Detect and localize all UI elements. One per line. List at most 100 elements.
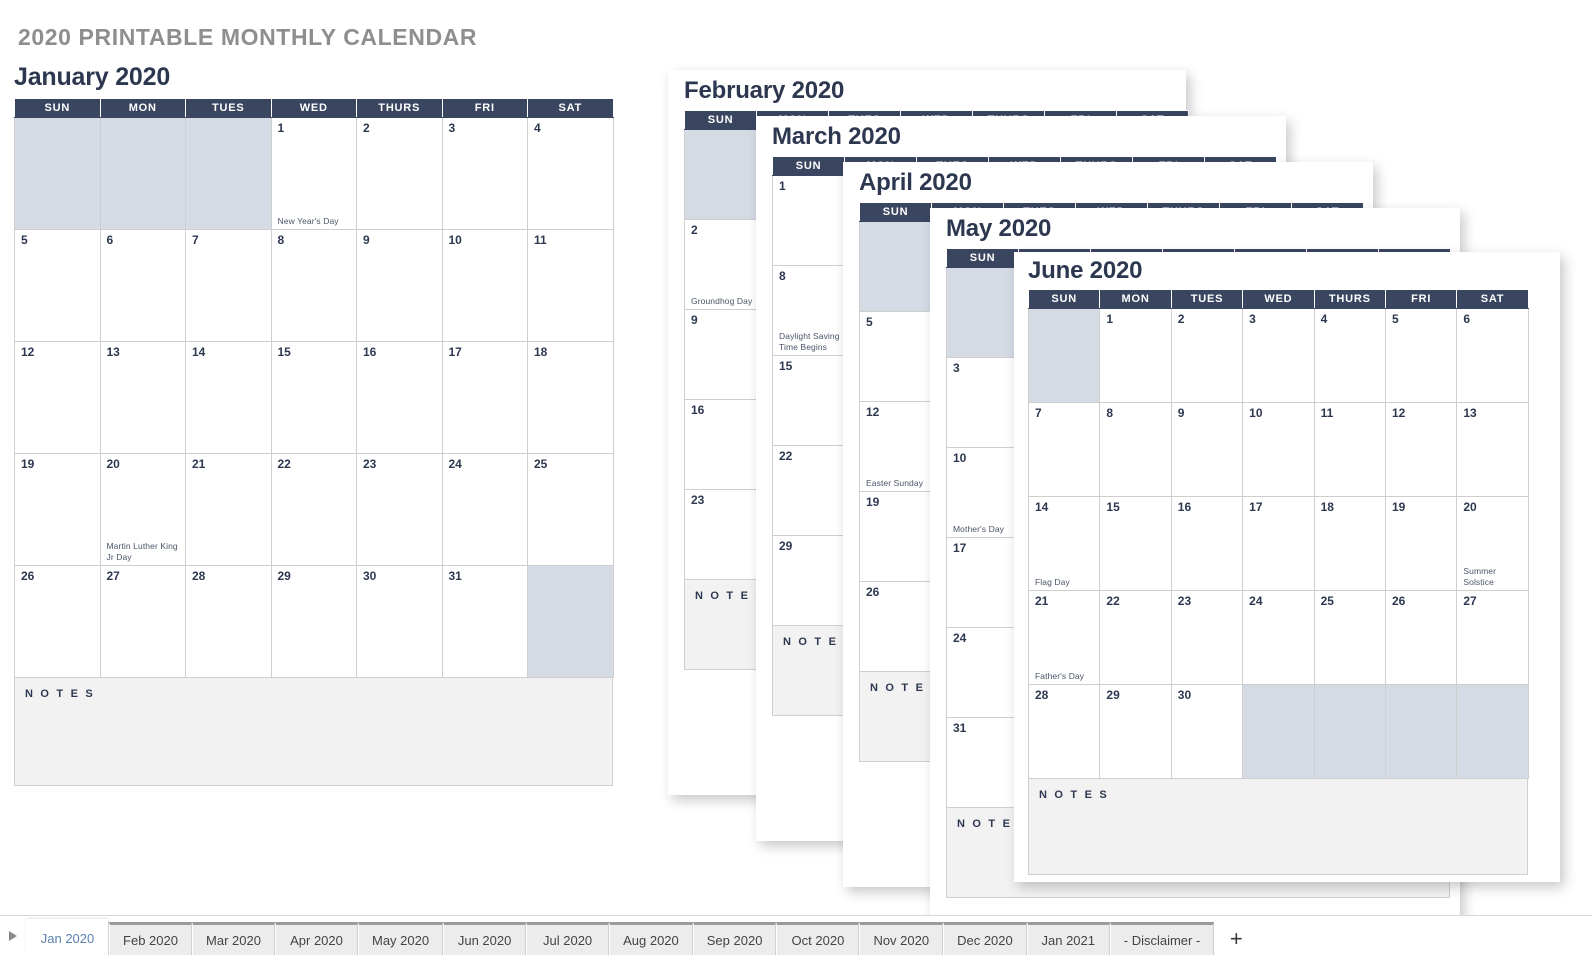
triangle-right-icon[interactable]	[0, 917, 26, 955]
calendar-cell[interactable]: 24	[946, 627, 1019, 719]
calendar-cell-empty[interactable]	[859, 221, 932, 313]
calendar-cell[interactable]: 4	[1313, 308, 1386, 404]
calendar-cell[interactable]: 27	[99, 565, 186, 679]
calendar-cell[interactable]: 6	[1456, 308, 1529, 404]
sheet-tab-sep-2020[interactable]: Sep 2020	[692, 922, 777, 955]
calendar-cell[interactable]: 21	[185, 453, 272, 567]
calendar-cell[interactable]: 26	[1384, 590, 1458, 686]
calendar-cell[interactable]: 2	[356, 117, 443, 231]
sheet-tab-nov-2020[interactable]: Nov 2020	[859, 922, 944, 955]
calendar-cell[interactable]: 14 Flag Day	[1027, 496, 1101, 592]
calendar-cell[interactable]: 1	[772, 175, 845, 267]
calendar-cell[interactable]: 9	[684, 309, 757, 401]
calendar-cell[interactable]: 28	[1027, 684, 1101, 780]
calendar-cell[interactable]: 29	[270, 565, 357, 679]
calendar-cell[interactable]: 6	[99, 229, 186, 343]
calendar-cell[interactable]: 27	[1456, 590, 1529, 686]
sheet-tab-mar-2020[interactable]: Mar 2020	[192, 922, 275, 955]
sheet-tab-oct-2020[interactable]: Oct 2020	[776, 922, 860, 955]
calendar-cell[interactable]: 11	[1313, 402, 1386, 498]
calendar-cell[interactable]: 25	[1313, 590, 1386, 686]
calendar-cell[interactable]: 13	[99, 341, 186, 455]
calendar-cell[interactable]: 30	[1170, 684, 1244, 780]
calendar-cell[interactable]: 20 Summer Solstice	[1456, 496, 1529, 592]
calendar-cell[interactable]: 19	[14, 453, 101, 567]
calendar-cell[interactable]: 8 Daylight Saving Time Begins	[772, 265, 845, 357]
calendar-cell[interactable]: 10	[1242, 402, 1315, 498]
calendar-cell[interactable]: 19	[859, 491, 932, 583]
calendar-cell[interactable]: 10	[441, 229, 528, 343]
calendar-cell[interactable]: 12	[14, 341, 101, 455]
calendar-cell[interactable]: 22	[1099, 590, 1172, 686]
calendar-cell[interactable]: 5	[1384, 308, 1458, 404]
calendar-cell-empty[interactable]	[1027, 308, 1101, 404]
calendar-cell-empty[interactable]	[185, 117, 272, 231]
notes-section[interactable]: N O T E S	[1028, 779, 1528, 876]
calendar-cell[interactable]: 16	[684, 399, 757, 491]
calendar-cell[interactable]: 23	[684, 489, 757, 581]
calendar-cell[interactable]: 15	[772, 355, 845, 447]
calendar-cell[interactable]: 15	[1099, 496, 1172, 592]
calendar-cell-empty[interactable]	[1456, 684, 1529, 780]
month-sheet-january[interactable]: January 2020 SUN MON TUES WED THURS FRI SAT 1 Ne…	[0, 56, 628, 806]
calendar-cell[interactable]: 7	[185, 229, 272, 343]
calendar-cell[interactable]: 17	[946, 537, 1019, 629]
calendar-cell[interactable]: 31	[441, 565, 528, 679]
sheet-tab-jan-2020[interactable]: Jan 2020	[26, 919, 109, 955]
calendar-cell[interactable]: 28	[185, 565, 272, 679]
sheet-tab-aug-2020[interactable]: Aug 2020	[609, 922, 693, 955]
calendar-cell[interactable]: 26	[14, 565, 101, 679]
calendar-cell[interactable]: 16	[1170, 496, 1244, 592]
calendar-cell[interactable]: 1 New Year's Day	[270, 117, 357, 231]
sheet-tab-dec-2020[interactable]: Dec 2020	[943, 922, 1027, 955]
calendar-cell[interactable]: 13	[1456, 402, 1529, 498]
calendar-cell[interactable]: 17	[1242, 496, 1315, 592]
sheet-tab-jul-2020[interactable]: Jul 2020	[526, 922, 610, 955]
calendar-cell-empty[interactable]	[527, 565, 614, 679]
month-sheet-june[interactable]: June 2020 SUN MON TUES WED THURS FRI SAT 1 2 3 4 5 6…	[1014, 252, 1560, 882]
calendar-cell[interactable]: 22	[270, 453, 357, 567]
calendar-cell[interactable]: 8	[1099, 402, 1172, 498]
calendar-cell[interactable]: 29	[1099, 684, 1172, 780]
calendar-cell[interactable]: 9	[356, 229, 443, 343]
calendar-cell-empty[interactable]	[1384, 684, 1458, 780]
calendar-cell[interactable]: 12 Easter Sunday	[859, 401, 932, 493]
calendar-cell[interactable]: 24	[441, 453, 528, 567]
calendar-cell[interactable]: 5	[14, 229, 101, 343]
calendar-cell[interactable]: 15	[270, 341, 357, 455]
calendar-cell[interactable]: 22	[772, 445, 845, 537]
calendar-cell[interactable]: 3	[441, 117, 528, 231]
calendar-cell[interactable]: 10 Mother's Day	[946, 447, 1019, 539]
calendar-cell[interactable]: 21 Father's Day	[1027, 590, 1101, 686]
calendar-cell[interactable]: 26	[859, 581, 932, 673]
calendar-cell[interactable]: 12	[1384, 402, 1458, 498]
sheet-tab-disclaimer[interactable]: - Disclaimer -	[1109, 922, 1215, 955]
calendar-cell[interactable]: 24	[1242, 590, 1315, 686]
calendar-cell[interactable]: 1	[1099, 308, 1172, 404]
calendar-cell[interactable]: 9	[1170, 402, 1244, 498]
calendar-cell[interactable]: 7	[1027, 402, 1101, 498]
calendar-cell[interactable]: 20 Martin Luther King Jr Day	[99, 453, 186, 567]
calendar-cell[interactable]: 17	[441, 341, 528, 455]
calendar-cell[interactable]: 30	[356, 565, 443, 679]
calendar-cell[interactable]: 4	[527, 117, 614, 231]
sheet-tab-jun-2020[interactable]: Jun 2020	[443, 922, 527, 955]
calendar-cell[interactable]: 14	[185, 341, 272, 455]
sheet-tab-feb-2020[interactable]: Feb 2020	[109, 922, 192, 955]
calendar-cell-empty[interactable]	[1313, 684, 1386, 780]
calendar-cell[interactable]: 5	[859, 311, 932, 403]
notes-section[interactable]: N O T E S	[14, 678, 613, 787]
sheet-tab-may-2020[interactable]: May 2020	[358, 922, 444, 955]
sheet-tab-jan-2021[interactable]: Jan 2021	[1026, 922, 1110, 955]
calendar-cell-empty[interactable]	[14, 117, 101, 231]
calendar-cell[interactable]: 16	[356, 341, 443, 455]
add-sheet-button[interactable]: +	[1214, 922, 1259, 955]
calendar-cell-empty[interactable]	[684, 129, 757, 221]
calendar-cell[interactable]: 23	[1170, 590, 1244, 686]
calendar-cell-empty[interactable]	[99, 117, 186, 231]
calendar-cell[interactable]: 8	[270, 229, 357, 343]
calendar-cell[interactable]: 18	[1313, 496, 1386, 592]
calendar-cell[interactable]: 29	[772, 535, 845, 627]
calendar-cell-empty[interactable]	[946, 267, 1019, 359]
calendar-cell[interactable]: 31	[946, 717, 1019, 809]
